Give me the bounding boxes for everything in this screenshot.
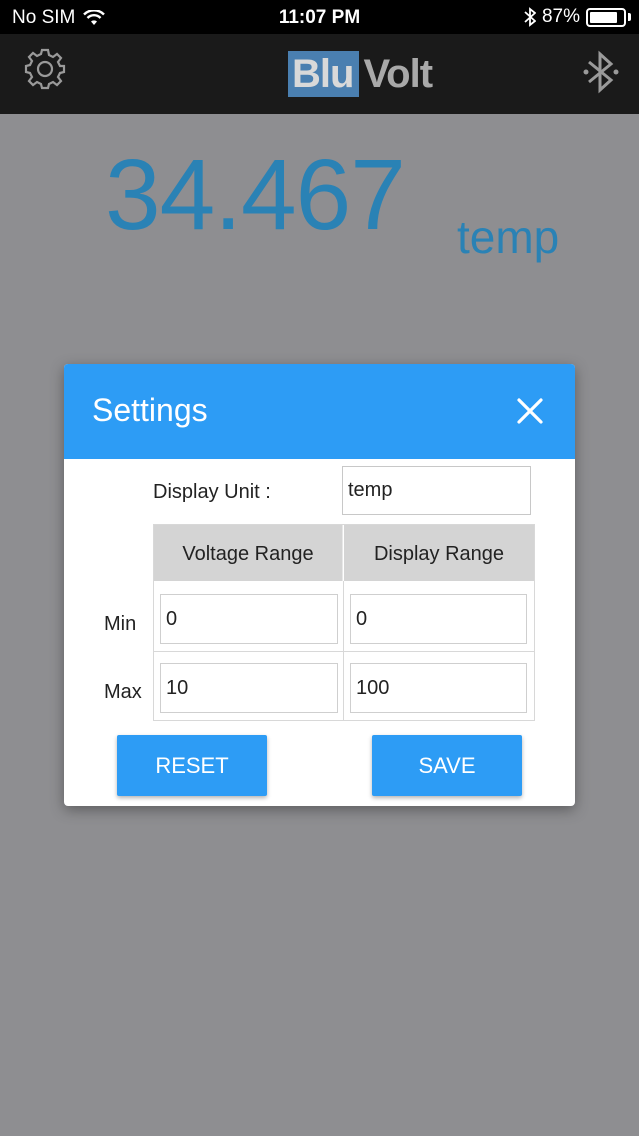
logo-volt: Volt <box>363 52 433 96</box>
app-header: Blu Volt <box>0 34 639 114</box>
range-table: Voltage Range Display Range <box>153 524 535 721</box>
bluetooth-status-icon <box>524 7 536 27</box>
min-row-label: Min <box>104 613 137 635</box>
logo-blu: Blu <box>288 51 360 97</box>
voltage-range-header: Voltage Range <box>154 525 343 581</box>
reading-unit: temp <box>457 211 560 263</box>
reading-value: 34.467 <box>105 139 406 251</box>
dialog-title: Settings <box>92 392 208 428</box>
status-bar: No SIM 11:07 PM 87% <box>0 0 639 34</box>
close-icon[interactable] <box>515 396 545 426</box>
display-unit-label: Display Unit : <box>153 481 271 503</box>
battery-fill <box>590 11 618 23</box>
display-unit-input[interactable] <box>342 466 531 515</box>
dialog-header: Settings <box>64 364 575 459</box>
save-button[interactable]: SAVE <box>372 735 522 796</box>
battery-icon <box>586 7 626 27</box>
status-right: 87% <box>524 6 631 28</box>
min-display-input[interactable] <box>350 594 527 644</box>
display-range-header: Display Range <box>344 525 534 581</box>
table-divider <box>154 651 534 652</box>
min-voltage-input[interactable] <box>160 594 338 644</box>
gear-icon[interactable] <box>22 46 68 92</box>
app-logo: Blu Volt <box>288 51 433 97</box>
max-voltage-input[interactable] <box>160 663 338 713</box>
max-display-input[interactable] <box>350 663 527 713</box>
battery-tip <box>628 13 631 21</box>
reset-button[interactable]: RESET <box>117 735 267 796</box>
bluetooth-icon[interactable] <box>581 48 621 96</box>
max-row-label: Max <box>104 681 142 703</box>
battery-percent: 87% <box>541 6 580 27</box>
settings-dialog: Settings Display Unit : Min Max Voltage … <box>64 364 575 806</box>
